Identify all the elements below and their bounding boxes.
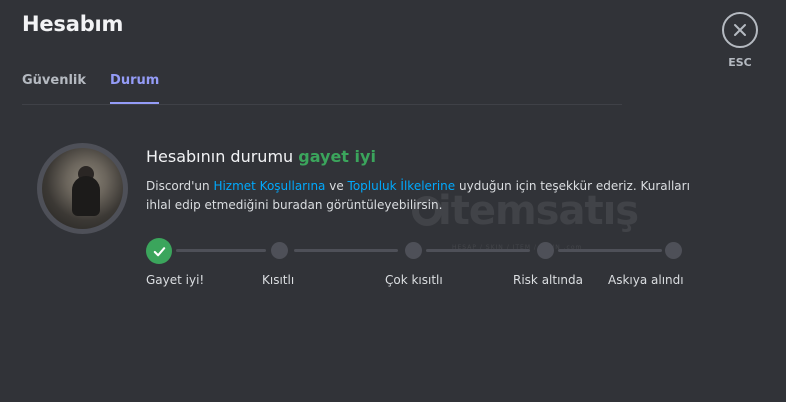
step-label-limited: Kısıtlı (262, 273, 295, 287)
close-control: ESC (722, 12, 758, 69)
step-label-very-limited: Çok kısıtlı (385, 273, 443, 287)
check-icon (153, 246, 165, 256)
community-guidelines-link[interactable]: Topluluk İlkelerine (348, 179, 456, 193)
step-dot-good (146, 238, 172, 264)
track-segment (294, 249, 398, 252)
terms-of-service-link[interactable]: Hizmet Koşullarına (213, 179, 325, 193)
status-value: gayet iyi (298, 147, 376, 166)
step-label-suspended: Askıya alındı (608, 273, 684, 287)
track-segment (558, 249, 662, 252)
status-heading: Hesabının durumu gayet iyi (146, 147, 376, 166)
status-progress-track (146, 238, 686, 264)
avatar-image (42, 148, 123, 229)
step-dot-very-limited (405, 242, 422, 259)
avatar-figure-body (72, 176, 100, 216)
avatar (37, 143, 128, 234)
step-dot-at-risk (537, 242, 554, 259)
close-icon (734, 24, 746, 36)
step-label-good: Gayet iyi! (146, 273, 205, 287)
modal-title: Hesabım (22, 12, 124, 36)
track-segment (176, 249, 266, 252)
account-modal: Hesabım ESC Güvenlik Durum itemsatış HES… (0, 0, 786, 402)
tab-status[interactable]: Durum (110, 66, 160, 104)
esc-hint: ESC (728, 56, 752, 69)
status-description: Discord'un Hizmet Koşullarına ve Toplulu… (146, 179, 690, 212)
close-button[interactable] (722, 12, 758, 48)
track-segment (426, 249, 530, 252)
tab-security[interactable]: Güvenlik (22, 66, 86, 102)
step-dot-limited (271, 242, 288, 259)
step-dot-suspended (665, 242, 682, 259)
step-label-at-risk: Risk altında (513, 273, 583, 287)
status-heading-prefix: Hesabının durumu (146, 147, 294, 166)
tab-bar: Güvenlik Durum (22, 66, 622, 105)
